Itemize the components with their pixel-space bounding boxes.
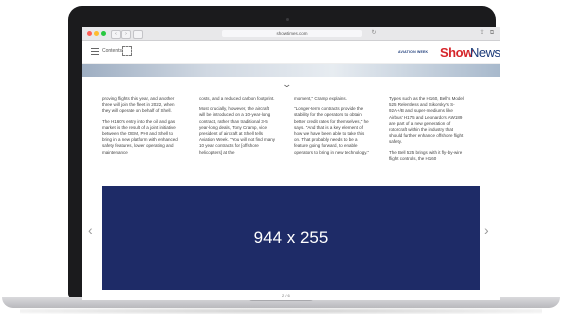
fullscreen-icon[interactable] (122, 46, 132, 56)
chevron-left-icon[interactable]: ‹ (88, 222, 93, 238)
article-column-1: proving flights this year, and another t… (102, 96, 179, 160)
article-column-4: Types such as the H160, Bell's Model 525… (389, 96, 466, 166)
close-window-icon[interactable] (87, 31, 92, 36)
paragraph: "Longer-term contracts provide the stabi… (294, 106, 370, 155)
paragraph: The Bell 525 brings with it fly-by-wire … (389, 149, 463, 161)
paragraph: Types such as the H160, Bell's Model 525… (389, 96, 464, 145)
forward-button[interactable]: › (121, 30, 131, 39)
contents-link[interactable]: Contents (102, 48, 122, 55)
camera-icon (286, 18, 289, 21)
share-icon[interactable]: ⇪ (478, 30, 486, 37)
chevron-right-icon[interactable]: › (484, 222, 489, 238)
browser-toolbar: ‹ › showtimes.com ↻ ⇪ ⧉ (82, 27, 500, 41)
ad-placeholder[interactable]: 944 x 255 (102, 186, 480, 290)
minimize-window-icon[interactable] (94, 31, 99, 36)
maximize-window-icon[interactable] (101, 31, 106, 36)
paragraph: proving flights this year, and another t… (102, 96, 175, 114)
reload-icon[interactable]: ↻ (370, 30, 378, 37)
paragraph: costs, and a reduced carbon footprint. (199, 96, 275, 101)
paragraph: Most crucially, however, the aircraft wi… (199, 106, 276, 155)
logo-show-text: Show (440, 45, 473, 60)
hero-image (82, 64, 500, 77)
ad-size-label: 944 x 255 (253, 228, 329, 247)
paragraph: moment," Cramp explains. (294, 96, 347, 101)
page-indicator: 2 / 6 (282, 293, 290, 298)
paragraph: The H160's entry into the oil and gas ma… (102, 118, 178, 155)
app-header: Contents AVIATION WEEK Show News (82, 41, 500, 64)
menu-icon[interactable] (91, 48, 99, 55)
laptop-shadow (20, 308, 542, 314)
sidebar-toggle-icon[interactable] (133, 30, 143, 39)
aviation-week-logo: AVIATION WEEK (398, 50, 429, 54)
address-bar[interactable]: showtimes.com (222, 30, 362, 37)
back-button[interactable]: ‹ (111, 30, 121, 39)
logo-news-text: News (470, 45, 500, 60)
article-column-2: costs, and a reduced carbon footprint. M… (199, 96, 276, 160)
article-column-3: moment," Cramp explains. "Longer-term co… (294, 96, 371, 160)
laptop-screen: ‹ › showtimes.com ↻ ⇪ ⧉ Contents AVIATIO… (82, 27, 500, 300)
chevron-down-icon[interactable]: ⌄ (281, 79, 292, 90)
tabs-icon[interactable]: ⧉ (488, 30, 496, 37)
